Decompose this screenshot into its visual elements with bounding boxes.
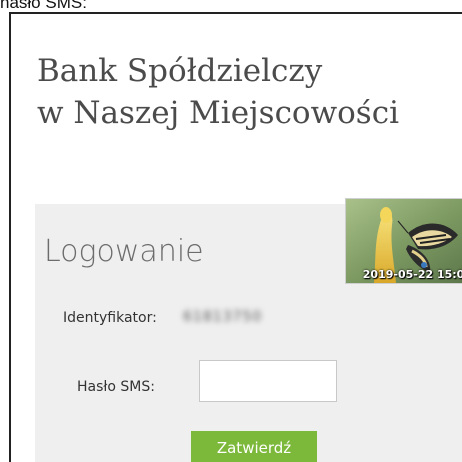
bank-name: Bank Spółdzielczy w Naszej Miejscowości <box>37 50 399 134</box>
login-heading: Logowanie <box>44 234 204 269</box>
login-panel: Logowanie 2019-05-22 15:00 Identyfikator… <box>35 198 462 462</box>
sms-password-label: Hasło SMS: <box>77 379 155 395</box>
photo-timestamp: 2019-05-22 15:00 <box>362 268 462 281</box>
screenshot: hasło SMS: Bank Spółdzielczy w Naszej Mi… <box>0 0 462 462</box>
bank-login-window: Bank Spółdzielczy w Naszej Miejscowości … <box>9 12 462 462</box>
sms-password-input[interactable] <box>199 360 337 402</box>
bank-name-line-2: w Naszej Miejscowości <box>37 95 399 131</box>
bank-name-line-1: Bank Spółdzielczy <box>37 53 323 89</box>
security-image: 2019-05-22 15:00 <box>345 198 462 284</box>
identifier-label: Identyfikator: <box>63 310 157 326</box>
identifier-value: 61813750 <box>183 309 263 325</box>
confirm-button[interactable]: Zatwierdź <box>191 431 317 462</box>
